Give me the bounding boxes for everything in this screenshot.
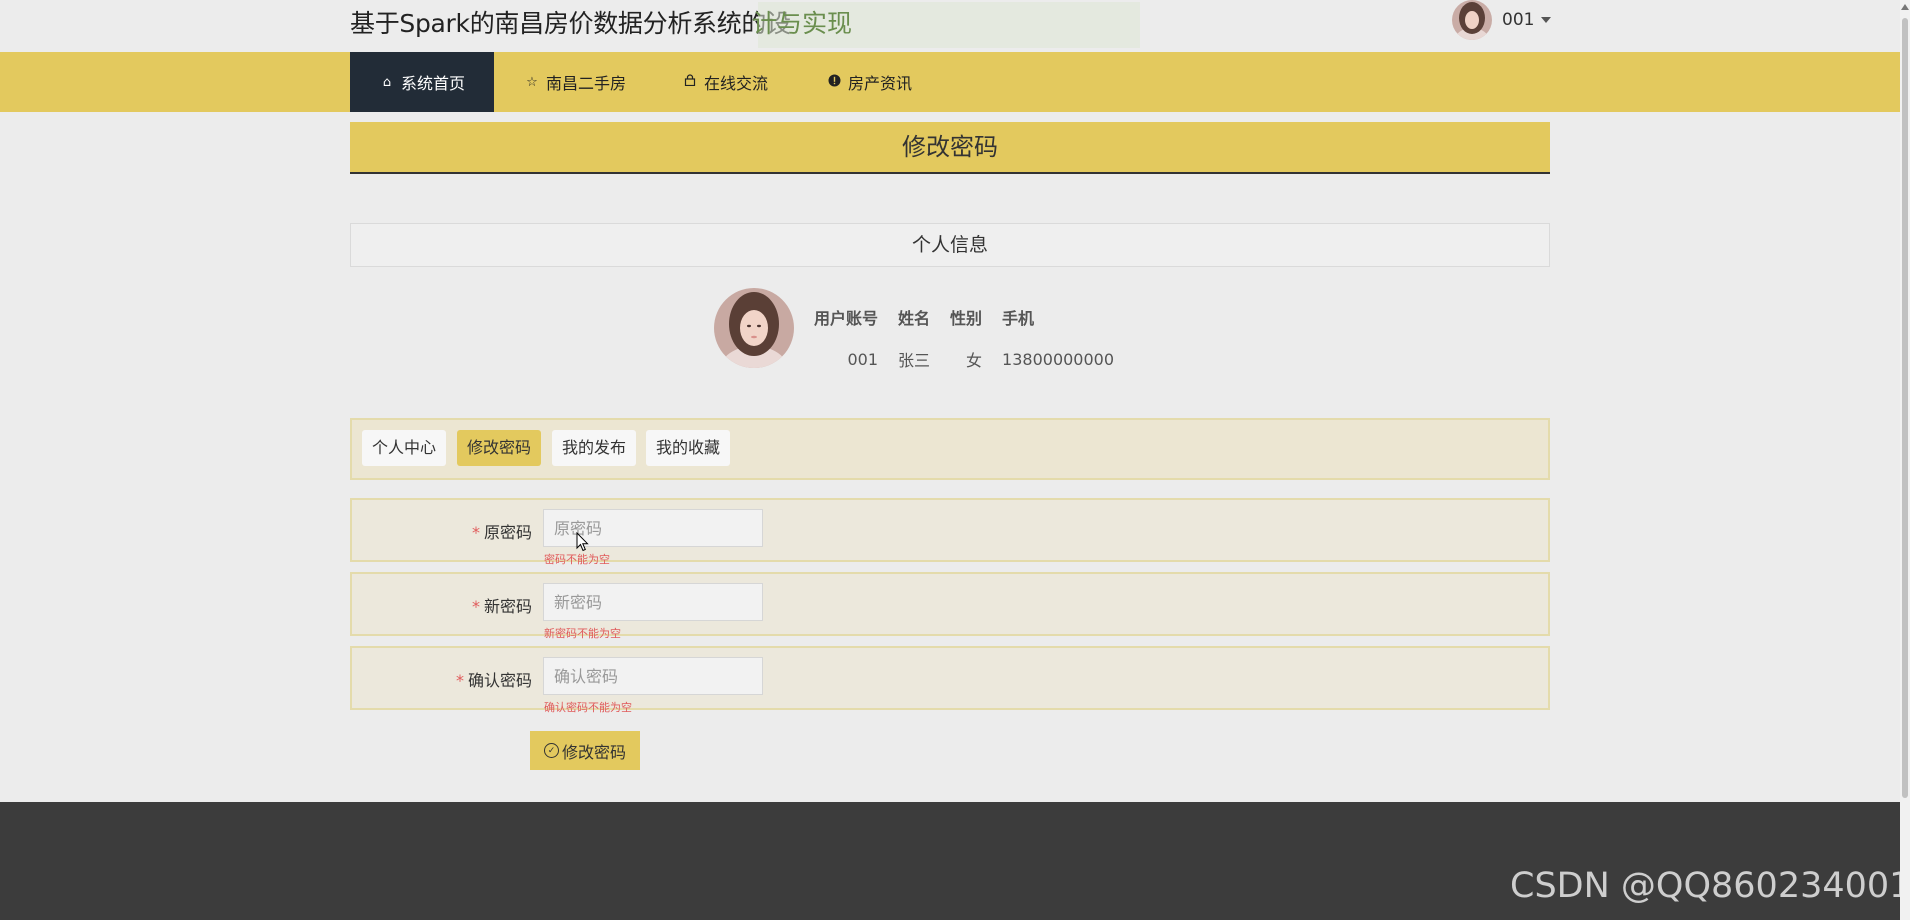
field-label: * 确认密码 [455, 671, 532, 690]
nav-item-label: 系统首页 [400, 74, 465, 93]
form-row-confirm-password: * 确认密码 确认密码不能为空 [350, 646, 1550, 714]
nav-item-label: 房产资讯 [848, 74, 913, 93]
tab-my-posts[interactable]: 我的发布 [552, 430, 637, 466]
site-title: 基于Spark的南昌房价数据分析系统的设 [350, 9, 791, 38]
avatar [1452, 0, 1492, 40]
scrollbar[interactable] [1900, 0, 1910, 920]
scroll-up-icon[interactable] [1901, 4, 1909, 10]
main-nav: ⌂ 系统首页 ☆ 南昌二手房 在线交流 房产资讯 [0, 52, 1900, 112]
user-center-tabs: 个人中心 修改密码 我的发布 我的收藏 [350, 418, 1550, 480]
profile-gender: 女 [966, 351, 983, 370]
nav-item-news[interactable]: 房产资讯 [826, 52, 912, 112]
top-bar: 基于Spark的南昌房价数据分析系统的设 计与实现 001 [0, 0, 1900, 52]
profile-section-title: 个人信息 [350, 223, 1550, 267]
error-message: 确认密码不能为空 [544, 701, 632, 714]
site-title-faded: 计与实现 [752, 9, 853, 38]
profile-name: 张三 [898, 351, 931, 370]
form-row-new-password: * 新密码 新密码不能为空 [350, 572, 1550, 640]
tab-change-password[interactable]: 修改密码 [457, 430, 542, 466]
nav-item-forum[interactable]: 在线交流 [682, 52, 768, 112]
column-header: 姓名 [898, 309, 931, 328]
button-label: 修改密码 [561, 744, 626, 762]
change-password-button[interactable]: ✓ 修改密码 [530, 731, 640, 770]
user-menu[interactable]: 001 [1452, 0, 1552, 40]
home-icon: ⌂ [382, 74, 392, 90]
mouse-cursor-icon [576, 531, 590, 556]
nav-item-label: 在线交流 [704, 74, 769, 93]
field-label: * 新密码 [471, 597, 532, 616]
form-row-old-password: * 原密码 密码不能为空 [350, 498, 1550, 566]
nav-item-label: 南昌二手房 [546, 74, 627, 93]
nav-item-secondhand[interactable]: ☆ 南昌二手房 [524, 52, 626, 112]
scrollbar-thumb[interactable] [1902, 18, 1908, 798]
confirm-password-input[interactable] [543, 657, 763, 695]
check-circle-icon: ✓ [543, 743, 559, 758]
username: 001 [1502, 10, 1535, 30]
field-label: * 原密码 [471, 523, 532, 542]
profile-table: 用户账号 姓名 性别 手机 001 张三 女 13800000000 [814, 305, 1134, 371]
star-icon: ☆ [526, 74, 538, 90]
tab-personal-center[interactable]: 个人中心 [362, 430, 447, 466]
profile-account: 001 [847, 349, 879, 369]
page-title: 修改密码 [350, 122, 1550, 174]
info-icon [826, 74, 842, 91]
column-header: 用户账号 [814, 309, 879, 328]
profile-phone: 13800000000 [1002, 349, 1115, 369]
lock-icon [682, 74, 698, 90]
tab-my-favorites[interactable]: 我的收藏 [646, 430, 731, 466]
watermark: CSDN @QQ860234001 [1510, 866, 1910, 906]
nav-item-home[interactable]: ⌂ 系统首页 [350, 52, 494, 112]
new-password-input[interactable] [543, 583, 763, 621]
column-header: 性别 [950, 309, 983, 328]
chevron-down-icon [1541, 17, 1552, 23]
error-message: 新密码不能为空 [544, 627, 621, 640]
column-header: 手机 [1002, 309, 1035, 328]
profile-avatar [714, 288, 794, 368]
